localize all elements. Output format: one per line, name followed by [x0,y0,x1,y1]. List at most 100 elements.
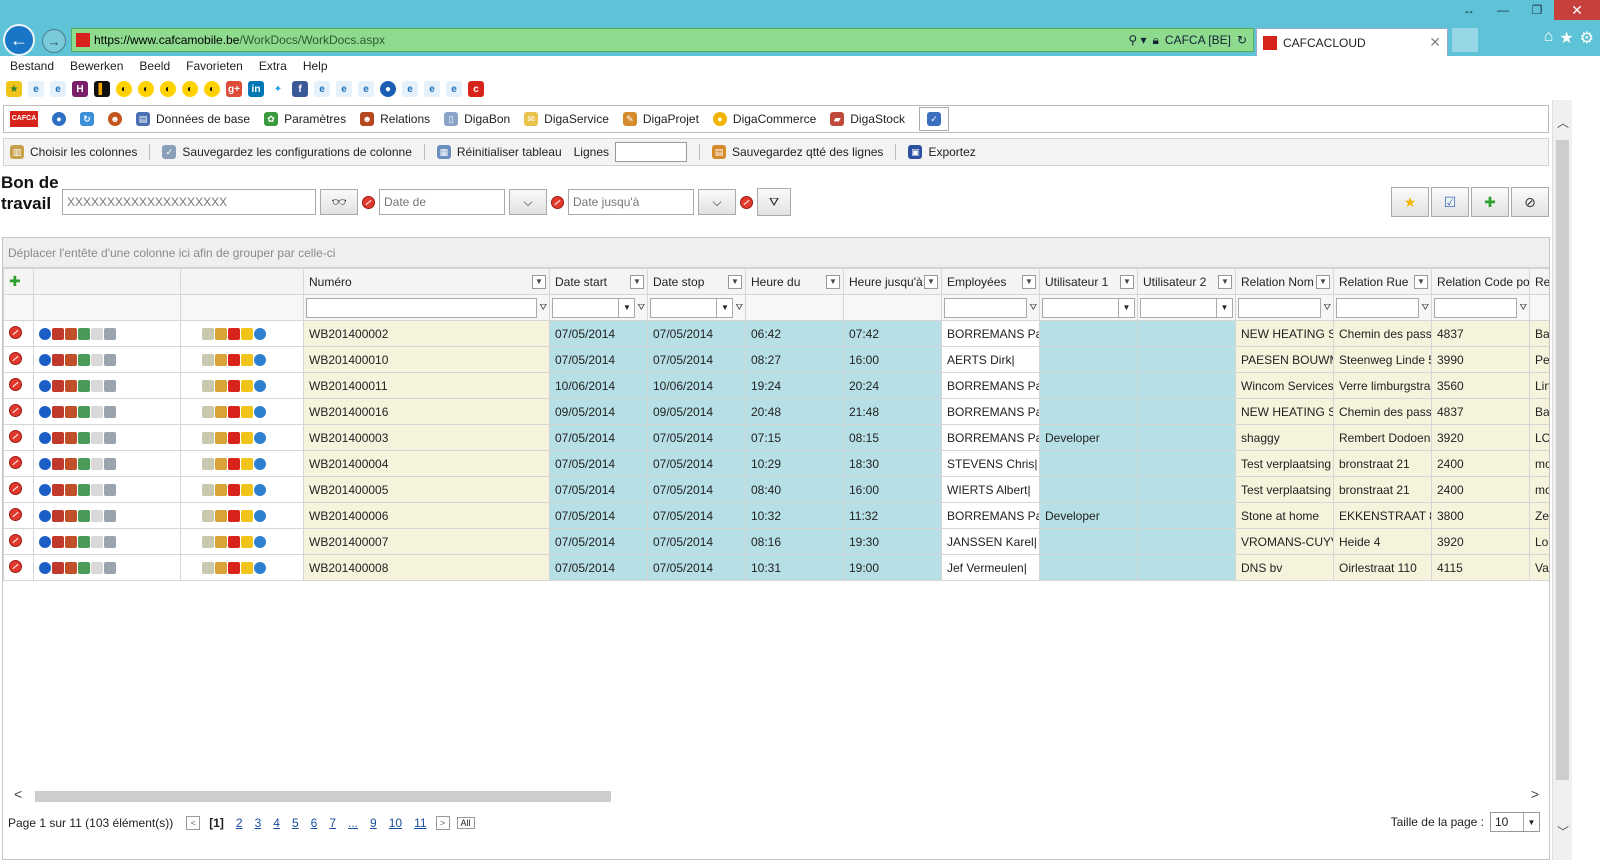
document-icon[interactable] [91,405,103,418]
printer-icon[interactable] [104,405,116,418]
table-row[interactable]: WB201400011 10/06/2014 10/06/2014 19:24 20:2… [3,372,1549,399]
page-ellipsis-link[interactable]: ... [348,816,358,830]
page-link[interactable]: 3 [255,816,262,830]
column-header-date-stop[interactable]: Date stop ▼ [647,268,746,295]
cell-relation-rue[interactable]: Steenweg Linde 5 [1333,346,1432,373]
search-icon[interactable]: ⚲ ▾ [1128,33,1146,47]
cell-relation-more[interactable]: Lin [1529,372,1549,399]
cell-numero[interactable]: WB201400010 [303,346,550,373]
scroll-thumb[interactable] [35,791,611,802]
globe-icon[interactable] [254,535,266,548]
globe-icon[interactable] [254,561,266,574]
clock-site-icon[interactable]: ◐ [138,81,154,97]
column-menu-icon[interactable]: ▼ [826,274,840,289]
calendar-icon[interactable] [215,535,227,548]
cafca-site-icon[interactable]: c [468,81,484,97]
tools-icon[interactable] [78,431,90,444]
cell-utilisateur-2[interactable] [1137,398,1236,425]
lock-icon[interactable]: 🔒︎ [1153,33,1159,48]
cell-heure-jusqua[interactable]: 07:42 [843,320,942,347]
cell-relation-more[interactable]: mo [1529,450,1549,477]
cell-numero[interactable]: WB201400006 [303,502,550,529]
cell-relation-more[interactable]: Bae [1529,398,1549,425]
person-icon[interactable] [65,405,77,418]
export-button[interactable]: ▣ Exportez [908,145,976,159]
cell-date-start[interactable]: 09/05/2014 [549,398,648,425]
add-button[interactable]: ✚ [1471,187,1509,217]
cell-utilisateur-1[interactable]: Developer [1039,424,1138,451]
tools-icon[interactable] [78,535,90,548]
document-icon[interactable] [91,353,103,366]
folder-icon[interactable] [241,353,253,366]
scroll-down-icon[interactable]: ﹀ [1557,823,1569,840]
info-icon[interactable] [39,457,51,470]
globe-icon[interactable]: ● [52,112,66,126]
cell-relation-rue[interactable]: Oirlestraat 110 [1333,554,1432,581]
clock-site-icon[interactable]: ◐ [182,81,198,97]
tools-icon[interactable] [78,509,90,522]
flag-icon[interactable] [228,431,240,444]
person-icon[interactable] [65,353,77,366]
table-row[interactable]: WB201400002 07/05/2014 07/05/2014 06:42 07:4… [3,320,1549,347]
scroll-right-icon[interactable]: > [1531,786,1539,802]
address-bar[interactable]: https://www.cafcamobile.be/WorkDocs/Work… [71,28,1254,52]
person-icon[interactable] [65,379,77,392]
info-icon[interactable] [39,483,51,496]
ie-page-icon[interactable]: e [28,81,44,97]
calendar-icon[interactable] [215,327,227,340]
cell-utilisateur-1[interactable]: Developer [1039,502,1138,529]
printer-icon[interactable] [104,379,116,392]
cell-relation-more[interactable]: Lor [1529,528,1549,555]
scroll-up-icon[interactable]: ︿ [1557,114,1569,131]
facebook-icon[interactable]: f [292,81,308,97]
cell-date-start[interactable]: 07/05/2014 [549,554,648,581]
table-row[interactable]: WB201400016 09/05/2014 09/05/2014 20:48 21:4… [3,398,1549,425]
cell-heure-jusqua[interactable]: 11:32 [843,502,942,529]
cell-employees[interactable]: BORREMANS Paul [941,320,1040,347]
cell-relation-rue[interactable]: Heide 4 [1333,528,1432,555]
menu-digaservice[interactable]: ✉ DigaService [524,112,609,126]
cell-relation-rue[interactable]: Verre limburgstra [1333,372,1432,399]
car-icon[interactable] [52,561,64,574]
cell-relation-more[interactable]: LO [1529,424,1549,451]
menu-digaprojet[interactable]: ✎ DigaProjet [622,112,699,126]
column-menu-icon[interactable]: ▼ [924,274,938,289]
tools-icon[interactable] [78,353,90,366]
funnel-icon[interactable]: ⛛ [1519,302,1527,313]
globe-icon[interactable]: ● [380,81,396,97]
filter-input-relation-nom[interactable] [1238,297,1322,318]
cell-date-stop[interactable]: 07/05/2014 [647,450,746,477]
cell-date-stop[interactable]: 07/05/2014 [647,320,746,347]
refresh-icon[interactable]: ↻ [1237,33,1247,47]
cell-utilisateur-2[interactable] [1137,528,1236,555]
cell-date-stop[interactable]: 07/05/2014 [647,528,746,555]
info-icon[interactable] [39,561,51,574]
menu-digacommerce[interactable]: ● DigaCommerce [712,112,816,126]
close-window-button[interactable]: ✕ [1554,0,1600,20]
info-icon[interactable] [39,431,51,444]
filter-date-stop-select[interactable]: ▼ [650,297,734,318]
stamp-icon[interactable] [202,327,214,340]
flag-icon[interactable] [228,457,240,470]
document-icon[interactable] [91,379,103,392]
cell-heure-du[interactable]: 08:27 [745,346,844,373]
info-icon[interactable] [39,353,51,366]
cell-relation-rue[interactable]: Chemin des passe [1333,320,1432,347]
cell-relation-nom[interactable]: NEW HEATING SA [1235,398,1334,425]
calendar-icon[interactable] [215,509,227,522]
column-header-utilisateur-1[interactable]: Utilisateur 1 ▼ [1039,268,1138,295]
calendar-icon[interactable] [215,483,227,496]
cell-employees[interactable]: BORREMANS Paul [941,398,1040,425]
cell-utilisateur-2[interactable] [1137,554,1236,581]
cell-relation-code-postal[interactable]: 2400 [1431,476,1530,503]
cell-employees[interactable]: WIERTS Albert| [941,476,1040,503]
cell-utilisateur-2[interactable] [1137,476,1236,503]
cell-date-stop[interactable]: 09/05/2014 [647,398,746,425]
choose-columns-button[interactable]: ▥ Choisir les colonnes [10,145,137,159]
column-menu-icon[interactable]: ▼ [1120,274,1134,289]
table-row[interactable]: WB201400003 07/05/2014 07/05/2014 07:15 08:1… [3,424,1549,451]
cell-utilisateur-2[interactable] [1137,450,1236,477]
cell-relation-code-postal[interactable]: 3990 [1431,346,1530,373]
document-icon[interactable] [91,483,103,496]
delete-row-icon[interactable] [9,429,22,443]
